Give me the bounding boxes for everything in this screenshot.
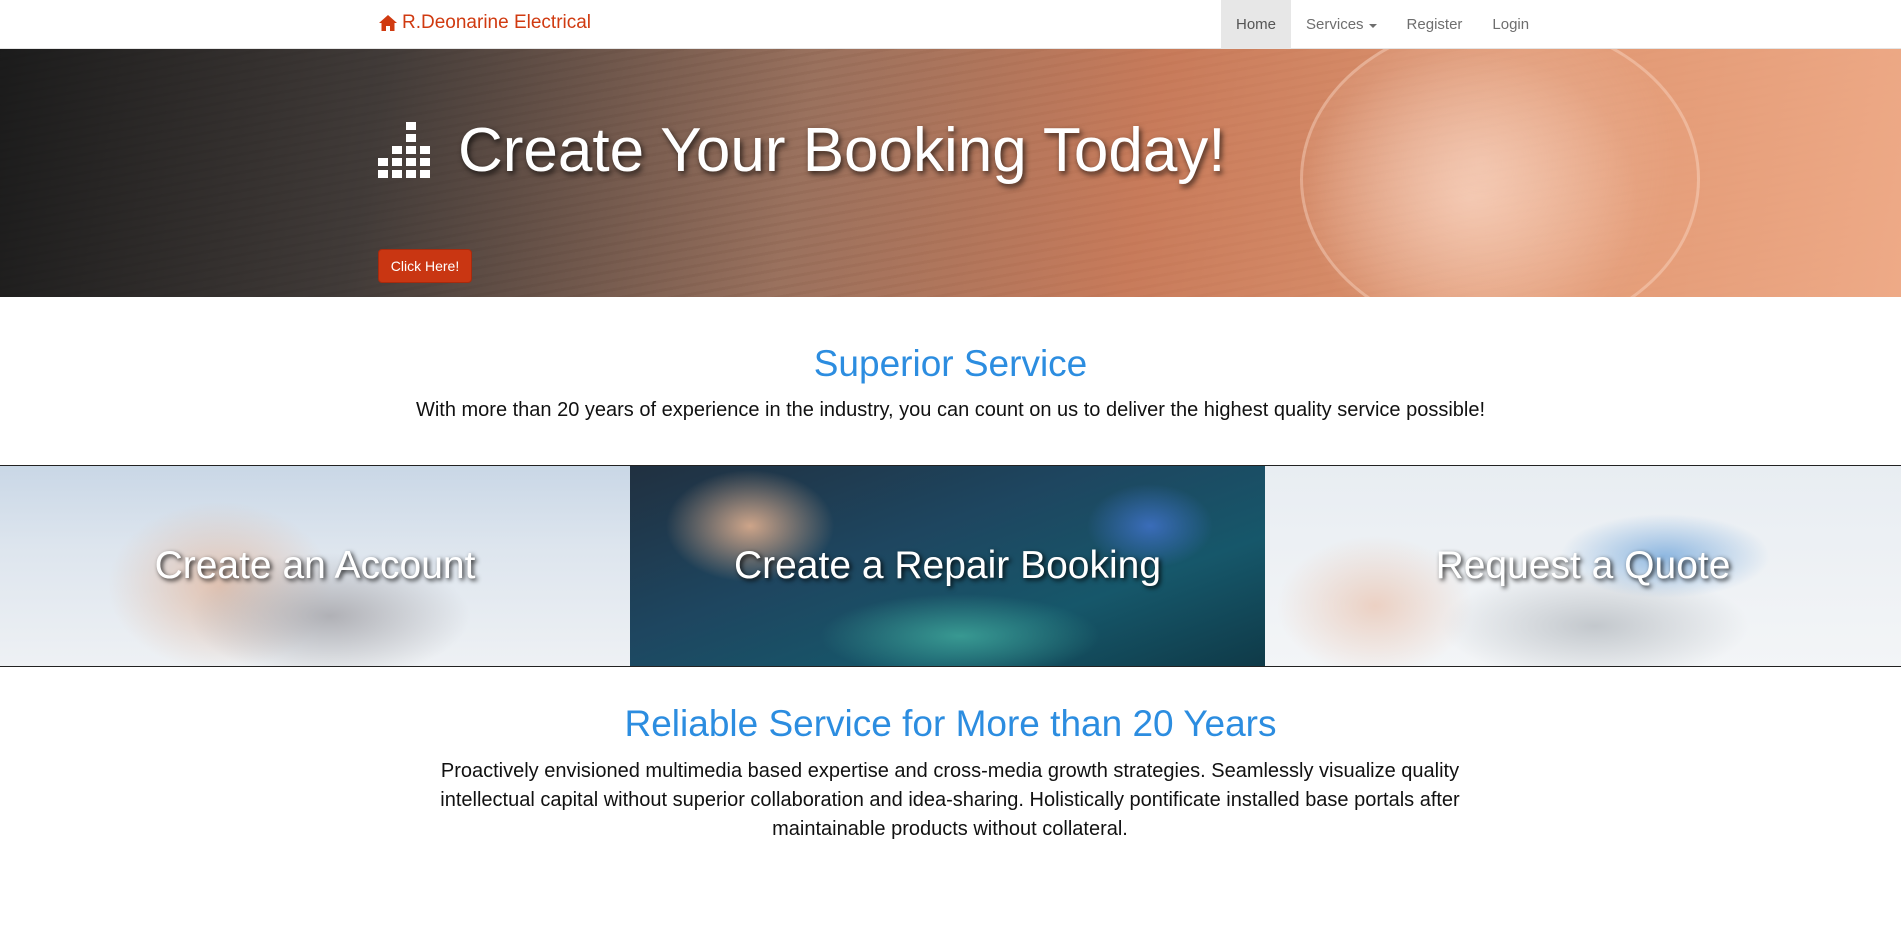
hero-banner: Create Your Booking Today! Click Here!: [0, 49, 1901, 297]
nav-home[interactable]: Home: [1221, 0, 1292, 49]
repair-booking-tile[interactable]: Create a Repair Booking: [630, 466, 1265, 666]
action-tiles: Create an Account Create a Repair Bookin…: [0, 465, 1901, 667]
caret-down-icon: [1368, 23, 1377, 28]
nav-services-label: Services: [1306, 16, 1364, 33]
bar-chart-icon: [378, 121, 430, 178]
nav-login[interactable]: Login: [1477, 0, 1544, 49]
reliable-service-title: Reliable Service for More than 20 Years: [624, 703, 1277, 744]
create-account-tile[interactable]: Create an Account: [0, 466, 630, 666]
request-quote-tile[interactable]: Request a Quote: [1265, 466, 1901, 666]
home-icon: [379, 15, 397, 31]
nav-home-label: Home: [1236, 16, 1277, 33]
main-nav: Home Services Register Login: [1221, 0, 1544, 49]
nav-services-dropdown[interactable]: Services: [1291, 0, 1392, 49]
click-here-button[interactable]: Click Here!: [378, 249, 472, 283]
brand-link[interactable]: R.Deonarine Electrical: [378, 12, 591, 34]
top-navbar: R.Deonarine Electrical Home Services Reg…: [0, 0, 1901, 49]
light-bulb-graphic: [1300, 49, 1700, 297]
nav-register-label: Register: [1406, 16, 1463, 33]
superior-service-text: With more than 20 years of experience in…: [415, 399, 1486, 421]
hero-heading: Create Your Booking Today!: [378, 115, 1226, 186]
reliable-service-text: Proactively envisioned multimedia based …: [440, 760, 1460, 840]
tile-label: Create a Repair Booking: [733, 544, 1162, 587]
tile-label: Create an Account: [154, 544, 476, 587]
hero-title-text: Create Your Booking Today!: [458, 116, 1226, 185]
superior-service-title: Superior Service: [813, 343, 1088, 384]
nav-register[interactable]: Register: [1392, 0, 1478, 49]
nav-login-label: Login: [1492, 16, 1530, 33]
brand-name: R.Deonarine Electrical: [402, 12, 592, 33]
tile-label: Request a Quote: [1435, 544, 1731, 587]
